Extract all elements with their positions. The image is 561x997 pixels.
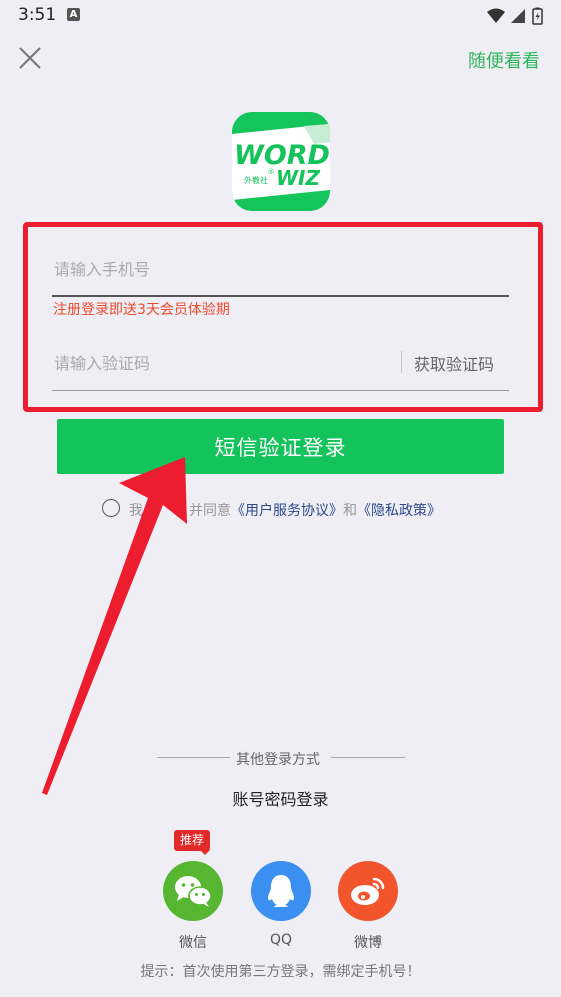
- browse-skip-link[interactable]: 随便看看: [468, 47, 540, 73]
- wechat-icon: [175, 876, 212, 907]
- sms-login-button[interactable]: 短信验证登录: [57, 419, 504, 474]
- status-bar: 3:51 A: [0, 0, 561, 32]
- wechat-login-button[interactable]: [163, 861, 223, 921]
- agreement-mid: 并同意: [189, 503, 231, 519]
- status-icons: [487, 7, 543, 25]
- agreement-and: 和: [343, 503, 357, 519]
- wechat-label: 微信: [179, 935, 207, 951]
- privacy-link[interactable]: 《隐私政策》: [357, 503, 441, 519]
- verification-code-input[interactable]: [52, 342, 396, 384]
- app-logo: WORD WIZ 外教社 ®: [232, 112, 330, 211]
- phone-underline: [52, 295, 509, 297]
- phone-input[interactable]: [52, 248, 512, 290]
- weibo-label: 微博: [354, 935, 382, 951]
- password-login-link[interactable]: 账号密码登录: [0, 786, 561, 810]
- qq-label: QQ: [269, 932, 293, 948]
- status-time: 3:51: [18, 5, 57, 25]
- logo-sub: 外教社: [244, 175, 268, 185]
- close-button[interactable]: [16, 44, 44, 72]
- code-divider: [401, 351, 402, 373]
- code-underline: [52, 390, 509, 391]
- qq-login-button[interactable]: [251, 861, 311, 921]
- recommend-badge: 推荐: [174, 830, 211, 851]
- divider-left: [157, 757, 230, 758]
- logo-mark: ®: [268, 168, 275, 176]
- terms-link[interactable]: 《用户服务协议》: [231, 503, 343, 519]
- signal-icon: [511, 9, 525, 23]
- get-code-button[interactable]: 获取验证码: [414, 351, 494, 375]
- close-icon: [19, 47, 41, 69]
- logo-line2: WIZ: [276, 166, 321, 190]
- agreement-radio[interactable]: [102, 499, 120, 517]
- agreement-text: 我 并同意《用户服务协议》和《隐私政策》: [129, 500, 441, 520]
- weibo-login-button[interactable]: [338, 861, 398, 921]
- other-login-title: 其他登录方式: [236, 752, 320, 768]
- notification-a-icon: A: [67, 8, 80, 21]
- recommend-badge-tail: [200, 850, 210, 855]
- wifi-icon: [487, 8, 505, 23]
- battery-icon: [532, 7, 543, 25]
- third-party-hint: 提示：首次使用第三方登录，需绑定手机号！: [140, 964, 421, 980]
- divider-right: [331, 757, 405, 758]
- promo-text: 注册登录即送3天会员体验期: [53, 302, 230, 318]
- agreement-prefix: 我: [129, 503, 143, 519]
- qq-icon: [268, 875, 294, 907]
- weibo-icon: [351, 877, 385, 905]
